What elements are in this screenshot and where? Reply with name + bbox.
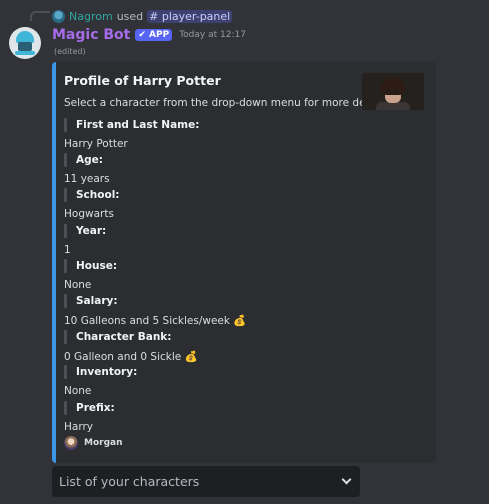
field-inventory: Inventory: None [64,365,364,398]
field-label: First and Last Name: [76,119,200,131]
character-thumbnail[interactable] [362,73,424,110]
field-label: Character Bank: [76,331,172,343]
field-quote-bar [64,294,67,308]
field-year: Year: 1 [64,224,364,257]
command-chip[interactable]: # player-panel [147,9,233,23]
bot-avatar[interactable] [9,27,41,59]
field-value: Harry Potter [64,138,128,150]
footer-avatar [64,436,78,450]
field-quote-bar [64,365,67,379]
command-user-avatar[interactable] [52,9,65,23]
field-quote-bar [64,153,67,167]
embed-footer: Morgan [64,436,123,450]
message-header: Magic Bot ✔ APP Today at 12:17 [52,26,246,44]
command-user-name[interactable]: Nagrom [69,10,113,23]
edited-label: (edited) [54,47,86,56]
field-value: Harry [64,421,93,433]
command-used-label: used [116,9,144,23]
chevron-down-icon [341,474,352,485]
embed-title: Profile of Harry Potter [64,73,221,88]
bot-name[interactable]: Magic Bot [52,27,130,43]
field-value: None [64,385,92,397]
field-value: 10 Galleons and 5 Sickles/week 💰 [64,314,247,327]
field-prefix: Prefix: Harry [64,401,364,434]
field-value: Hogwarts [64,208,114,220]
field-label: Age: [76,154,103,166]
field-character-bank: Character Bank: 0 Galleon and 0 Sickle 💰 [64,330,364,363]
field-quote-bar [64,188,67,202]
field-label: Year: [76,225,107,237]
field-quote-bar [64,118,67,132]
field-label: Salary: [76,295,118,307]
character-select-menu[interactable]: List of your characters [52,466,360,497]
profile-embed: Profile of Harry Potter Select a charact… [52,62,436,463]
field-quote-bar [64,401,67,415]
field-value: None [64,279,92,291]
field-quote-bar [64,259,67,273]
field-value: 1 [64,244,71,256]
field-age: Age: 11 years [64,153,364,186]
field-label: School: [76,189,120,201]
field-house: House: None [64,259,364,292]
reply-connector [30,11,50,21]
field-quote-bar [64,330,67,344]
field-label: Inventory: [76,366,138,378]
field-label: House: [76,260,118,272]
field-quote-bar [64,224,67,238]
field-full-name: First and Last Name: Harry Potter [64,118,364,151]
field-label: Prefix: [76,402,115,414]
command-header: Nagrom used # player-panel [52,8,233,24]
select-placeholder: List of your characters [59,474,200,489]
message-timestamp: Today at 12:17 [179,30,246,40]
embed-description: Select a character from the drop-down me… [64,97,391,109]
field-salary: Salary: 10 Galleons and 5 Sickles/week 💰 [64,294,364,327]
field-school: School: Hogwarts [64,188,364,221]
field-value: 11 years [64,173,110,185]
footer-text: Morgan [84,438,123,448]
app-badge: ✔ APP [135,29,173,41]
field-value: 0 Galleon and 0 Sickle 💰 [64,350,198,363]
